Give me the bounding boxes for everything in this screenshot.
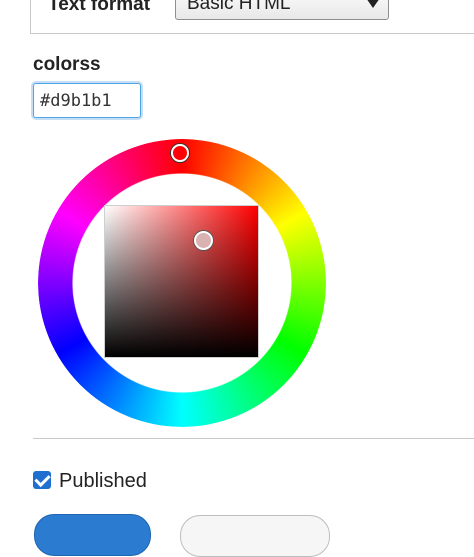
lightness-gradient [105, 206, 258, 357]
divider [33, 438, 474, 439]
text-format-selected: Basic HTML [187, 0, 291, 14]
chevron-down-icon [366, 0, 380, 8]
save-button[interactable] [34, 514, 151, 556]
published-checkbox[interactable] [33, 471, 51, 489]
color-field-label: colorss [33, 54, 101, 75]
text-format-select[interactable]: Basic HTML [175, 0, 389, 20]
color-hex-input[interactable] [33, 83, 141, 118]
text-format-label: Text format [48, 0, 151, 15]
color-marker[interactable] [194, 231, 213, 250]
preview-button[interactable] [180, 515, 330, 557]
hue-marker[interactable] [171, 144, 189, 162]
published-label: Published [59, 470, 147, 492]
saturation-lightness-square[interactable] [104, 205, 259, 358]
